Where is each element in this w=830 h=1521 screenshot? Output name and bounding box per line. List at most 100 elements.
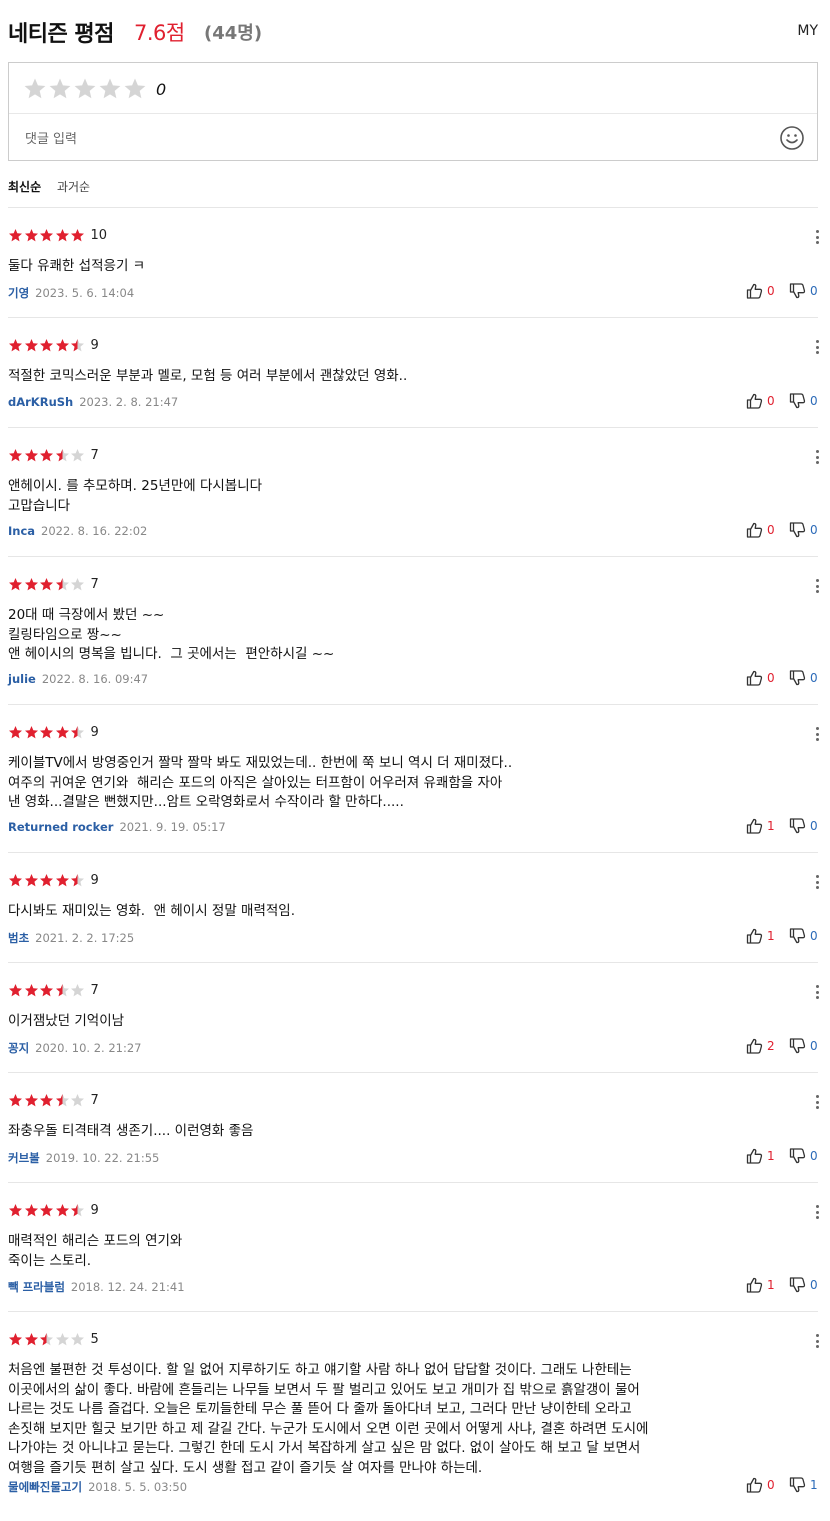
like-count: 1 xyxy=(767,1149,775,1163)
vote-controls: 00 xyxy=(746,283,818,299)
rating-input-stars[interactable]: 0 xyxy=(23,76,166,102)
star-icon xyxy=(55,1093,69,1107)
sort-latest-tab[interactable]: 최신순 xyxy=(8,180,41,194)
like-button[interactable]: 1 xyxy=(746,1148,789,1164)
dislike-button[interactable]: 0 xyxy=(789,522,818,538)
rating-header: 네티즌 평점 7.6점 (44명) MY xyxy=(8,16,818,48)
review-username[interactable]: Returned rocker xyxy=(8,820,113,834)
review-rating-stars: 9 xyxy=(8,338,99,353)
review-username[interactable]: dArKRuSh xyxy=(8,395,73,409)
rater-count: (44명) xyxy=(204,23,263,44)
star-icon xyxy=(55,338,69,352)
sort-oldest-tab[interactable]: 과거순 xyxy=(57,180,90,194)
thumbs-up-icon xyxy=(746,522,763,538)
star-icon xyxy=(40,228,53,242)
star-icon xyxy=(71,1332,84,1346)
like-button[interactable]: 0 xyxy=(746,670,789,686)
emoticon-icon[interactable] xyxy=(779,125,805,151)
dislike-button[interactable]: 0 xyxy=(789,1277,818,1293)
star-icon xyxy=(71,448,84,462)
more-options-icon[interactable] xyxy=(816,985,820,1001)
star-icon[interactable] xyxy=(48,77,72,101)
star-icon xyxy=(40,577,53,591)
review-rating-value: 7 xyxy=(90,448,99,463)
dislike-button[interactable]: 0 xyxy=(789,1148,818,1164)
review-meta: julie 2022. 8. 16. 09:47 xyxy=(8,672,148,686)
star-icon xyxy=(71,1203,84,1217)
star-icon[interactable] xyxy=(123,77,147,101)
dislike-button[interactable]: 0 xyxy=(789,393,818,409)
more-options-icon[interactable] xyxy=(816,875,820,891)
dislike-button[interactable]: 0 xyxy=(789,670,818,686)
more-options-icon[interactable] xyxy=(816,579,820,595)
dislike-count: 0 xyxy=(810,1039,818,1053)
review-username[interactable]: Inca xyxy=(8,524,35,538)
input-divider xyxy=(9,113,817,114)
star-icon xyxy=(24,983,38,997)
like-button[interactable]: 2 xyxy=(746,1038,789,1054)
dislike-count: 0 xyxy=(810,523,818,537)
star-icon xyxy=(9,983,22,997)
like-button[interactable]: 1 xyxy=(746,1277,789,1293)
thumbs-up-icon xyxy=(746,283,763,299)
thumbs-down-icon xyxy=(789,1477,806,1493)
dislike-button[interactable]: 1 xyxy=(789,1477,818,1493)
star-icon[interactable] xyxy=(73,77,97,101)
star-icon xyxy=(9,228,22,242)
review-username[interactable]: 꽁지 xyxy=(8,1041,29,1055)
more-options-icon[interactable] xyxy=(816,450,820,466)
thumbs-up-icon xyxy=(746,1277,763,1293)
more-options-icon[interactable] xyxy=(816,727,820,743)
review-text: 둘다 유쾌한 섭적응기 ㅋ xyxy=(8,258,146,274)
like-button[interactable]: 0 xyxy=(746,283,789,299)
star-icon xyxy=(40,1203,53,1217)
more-options-icon[interactable] xyxy=(816,1334,820,1350)
thumbs-down-icon xyxy=(789,818,806,834)
review-username[interactable]: 커브볼 xyxy=(8,1151,40,1165)
review-date: 2022. 8. 16. 22:02 xyxy=(41,524,148,538)
star-icon xyxy=(40,338,53,352)
review-date: 2018. 12. 24. 21:41 xyxy=(70,1280,185,1294)
like-button[interactable]: 1 xyxy=(746,818,789,834)
review-username[interactable]: 기영 xyxy=(8,286,29,300)
review-meta: 빽 프라블럼 2018. 12. 24. 21:41 xyxy=(8,1279,185,1295)
dot xyxy=(816,738,819,741)
like-button[interactable]: 0 xyxy=(746,1477,789,1493)
dislike-button[interactable]: 0 xyxy=(789,928,818,944)
dot xyxy=(816,1100,819,1104)
page-title: 네티즌 평점 xyxy=(8,22,114,47)
like-button[interactable]: 0 xyxy=(746,393,789,409)
review-username[interactable]: 빽 프라블럼 xyxy=(8,1280,65,1294)
review-date: 2018. 5. 5. 03:50 xyxy=(88,1480,188,1494)
dislike-button[interactable]: 0 xyxy=(789,818,818,834)
dot xyxy=(816,985,819,988)
star-icon xyxy=(24,1093,38,1107)
comment-field[interactable]: 댓글 입력 xyxy=(25,128,77,147)
dislike-button[interactable]: 0 xyxy=(789,1038,818,1054)
more-options-icon[interactable] xyxy=(816,1205,820,1221)
like-button[interactable]: 1 xyxy=(746,928,789,944)
more-options-icon[interactable] xyxy=(816,1095,820,1111)
thumbs-down-icon xyxy=(789,1148,806,1164)
review-rating-stars: 9 xyxy=(8,873,99,888)
review-meta: 물에빠진물고기 2018. 5. 5. 03:50 xyxy=(8,1479,187,1495)
star-icon xyxy=(9,873,22,887)
star-icon xyxy=(55,1203,69,1217)
review-item: 9 적절한 코믹스러운 부분과 멜로, 모험 등 여러 부분에서 괜찮았던 영화.… xyxy=(8,317,820,427)
review-meta: Inca 2022. 8. 16. 22:02 xyxy=(8,524,147,538)
thumbs-down-icon xyxy=(789,1038,806,1054)
review-date: 2019. 10. 22. 21:55 xyxy=(45,1151,160,1165)
star-icon[interactable] xyxy=(23,77,47,101)
review-username[interactable]: 범초 xyxy=(8,931,29,945)
like-button[interactable]: 0 xyxy=(746,522,789,538)
review-username[interactable]: 물에빠진물고기 xyxy=(8,1480,82,1494)
star-icon xyxy=(55,873,69,887)
star-icon[interactable] xyxy=(98,77,122,101)
my-button[interactable]: MY xyxy=(797,23,818,39)
dislike-button[interactable]: 0 xyxy=(789,283,818,299)
more-options-icon[interactable] xyxy=(816,340,820,356)
dot xyxy=(816,230,819,233)
review-username[interactable]: julie xyxy=(8,672,36,686)
star-icon xyxy=(71,338,84,352)
more-options-icon[interactable] xyxy=(816,230,820,246)
